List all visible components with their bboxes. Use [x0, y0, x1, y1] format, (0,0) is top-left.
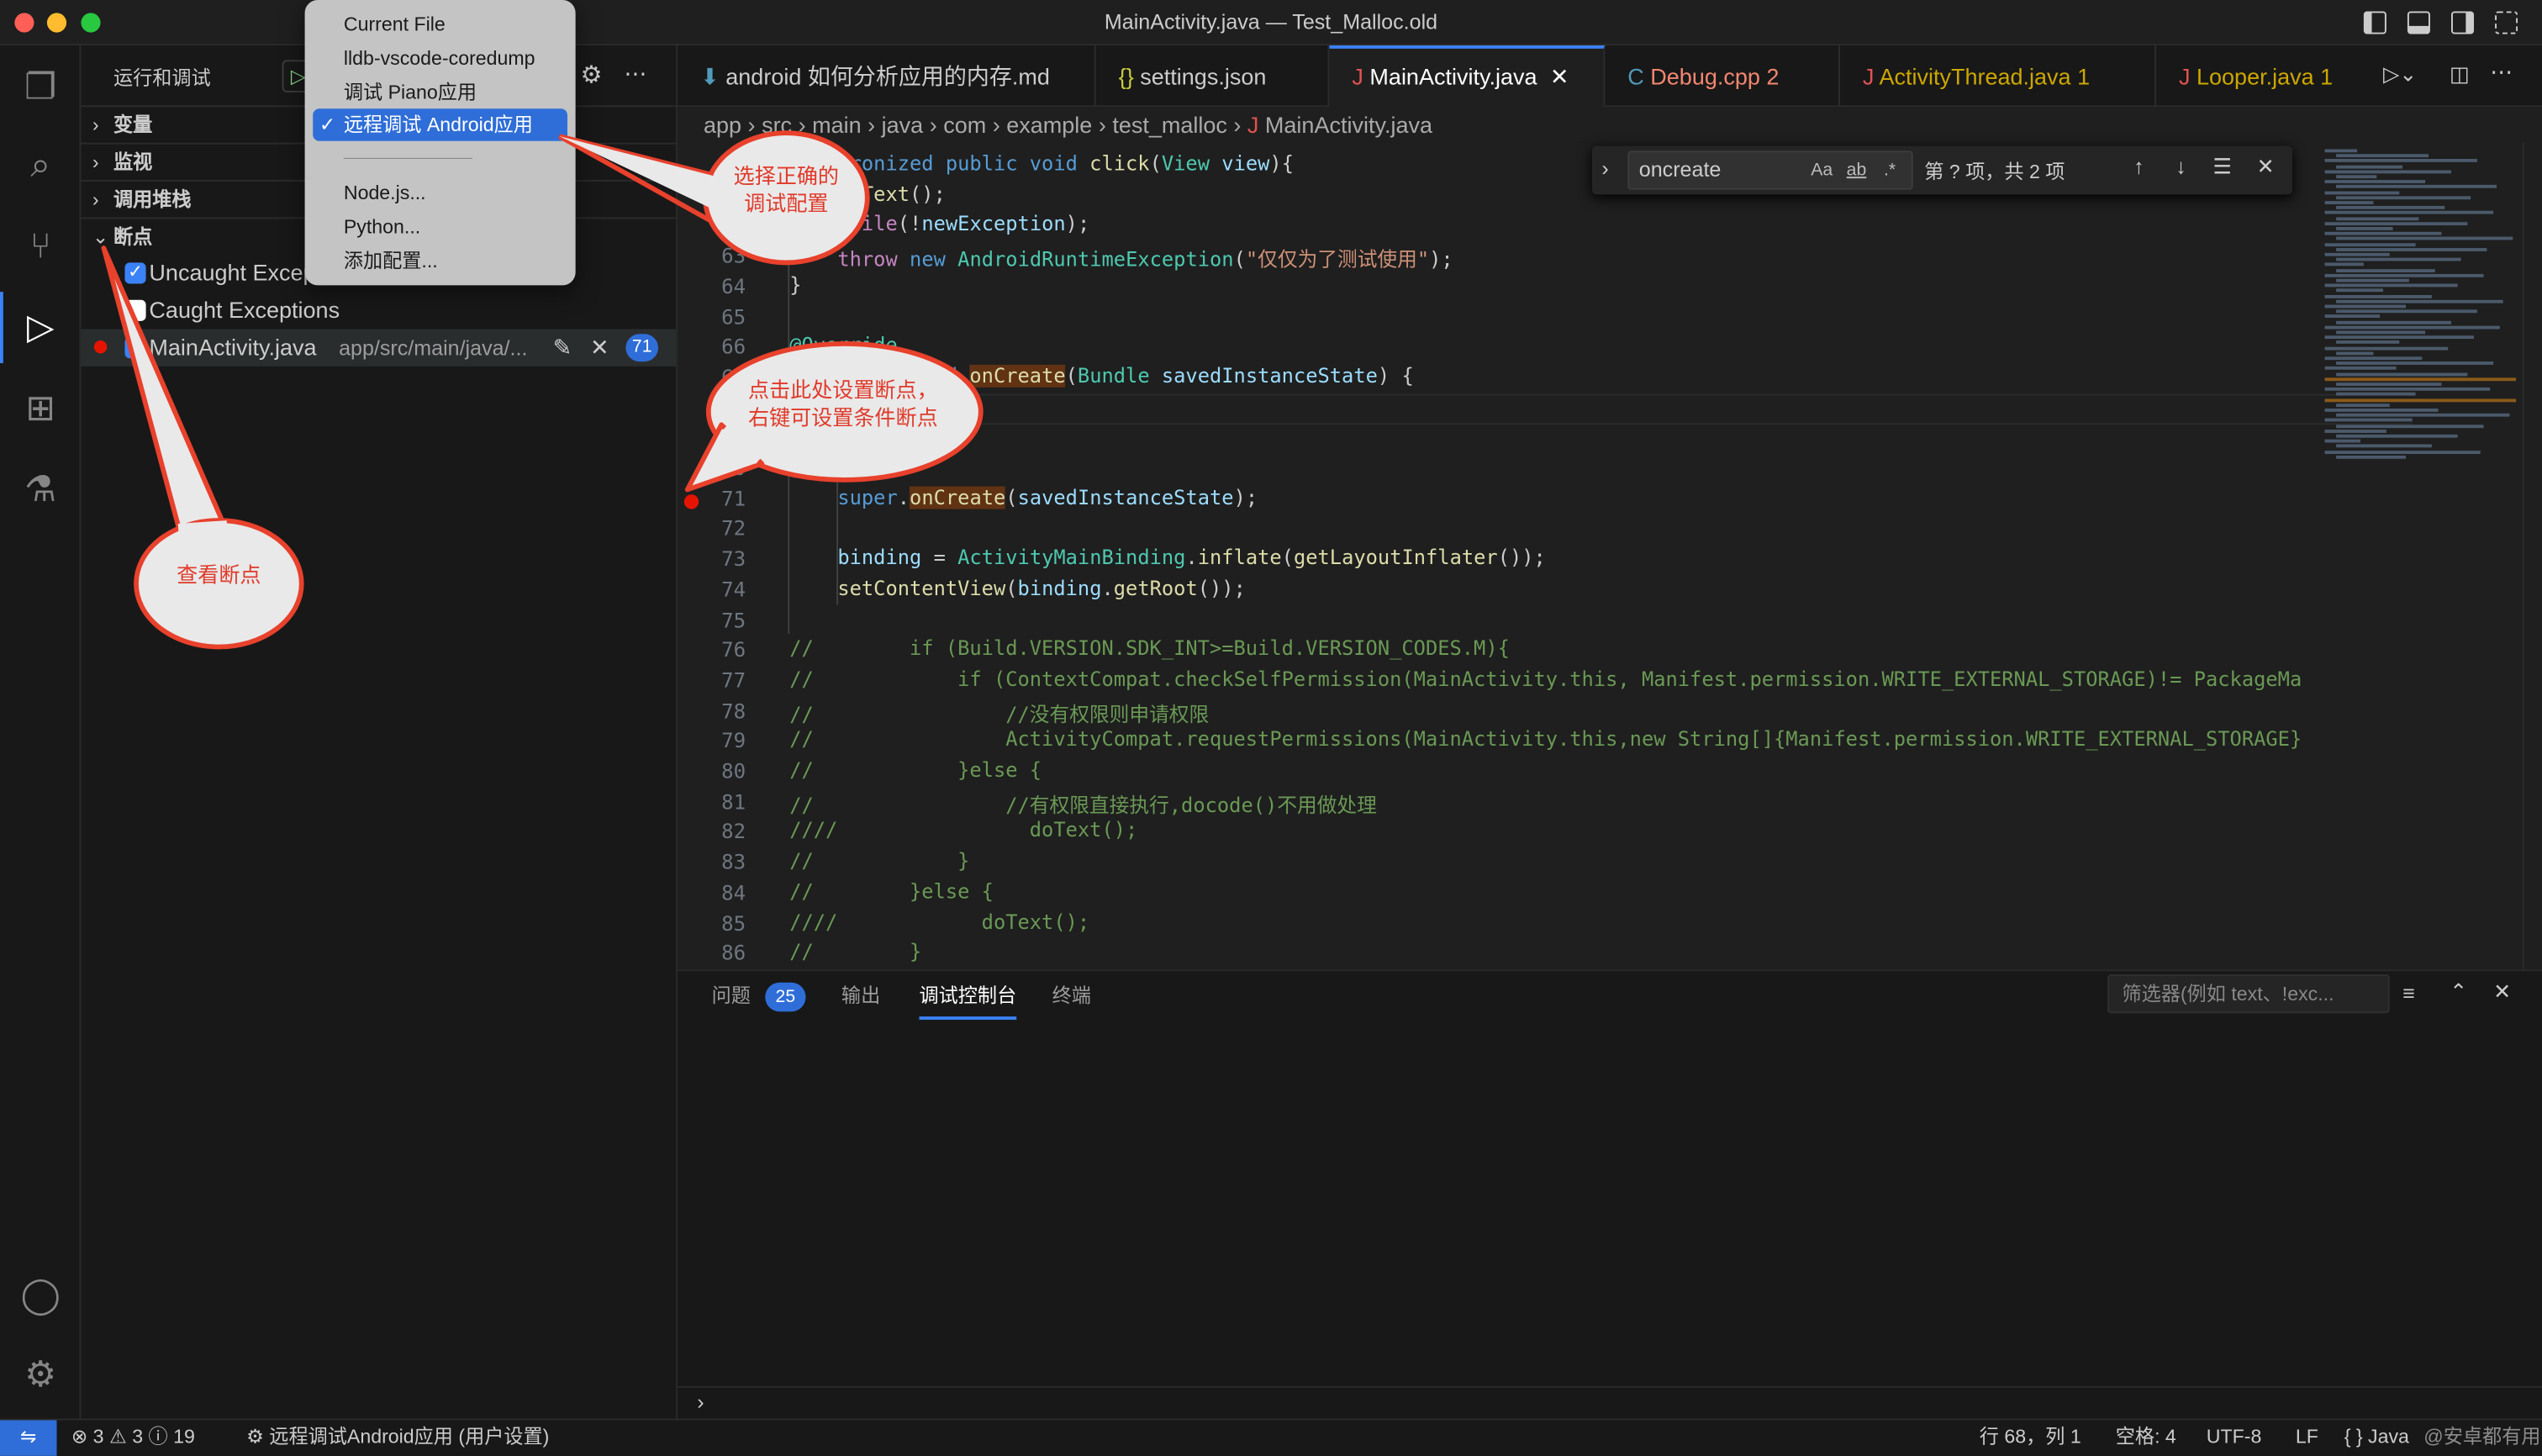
annotation-overlay: [101, 130, 984, 650]
callout-text-config: 选择正确的 调试配置: [714, 162, 860, 218]
callout-joint: [177, 520, 228, 534]
callout-text-view-breakpoints: 查看断点: [154, 561, 283, 588]
callout-line: 查看断点: [177, 562, 261, 588]
callout-line: 点击此处设置断点，: [748, 377, 938, 403]
callout-text-breakpoint: 点击此处设置断点， 右键可设置条件断点: [721, 376, 964, 431]
callout-line: 右键可设置条件断点: [748, 405, 938, 430]
callout-line: 选择正确的: [733, 163, 840, 188]
callout-line: 调试配置: [744, 191, 829, 216]
callout-pointer-config-fill: [559, 135, 724, 214]
callout-pointer-view-breakpoints: [101, 245, 229, 541]
